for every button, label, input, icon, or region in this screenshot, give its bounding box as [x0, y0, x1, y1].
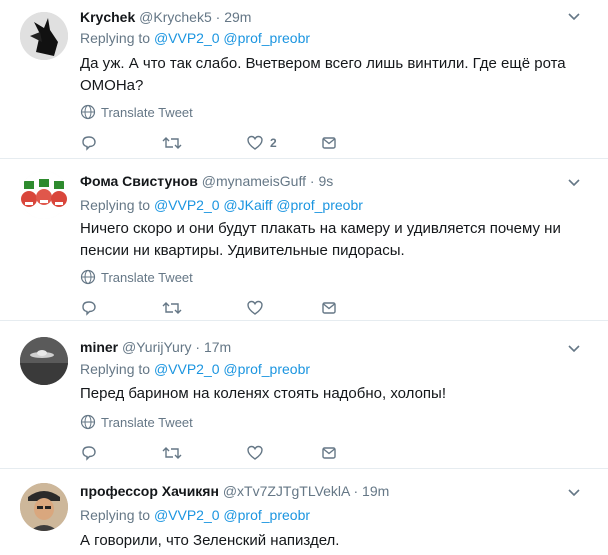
- translate-tweet-button[interactable]: Translate Tweet: [80, 104, 193, 120]
- tweet-header: Krychek @Krychek5 · 29m: [80, 9, 251, 25]
- display-name[interactable]: Фома Свистунов: [80, 173, 198, 189]
- replying-to: Replying to @VVP2_0 @prof_preobr: [80, 507, 310, 523]
- share-button[interactable]: [320, 299, 338, 317]
- mention-link[interactable]: @prof_preobr: [223, 507, 310, 523]
- tweet-header: Фома Свистунов @mynameisGuff · 9s: [80, 173, 333, 189]
- user-handle[interactable]: @YurijYury: [122, 339, 191, 355]
- share-button[interactable]: [320, 134, 338, 152]
- heart-icon: [247, 445, 263, 460]
- replying-to-label: Replying to: [80, 197, 151, 213]
- tweet-header: профессор Хачикян @xTv7ZJTgTLVeklA · 19m: [80, 483, 389, 499]
- avatar[interactable]: [20, 171, 68, 219]
- cartoon-avatar-icon: [20, 171, 68, 219]
- retweet-button[interactable]: [162, 134, 182, 152]
- tweet-text: А говорили, что Зеленский напиздел.: [80, 532, 340, 549]
- retweet-icon: [162, 302, 182, 314]
- like-button[interactable]: [246, 299, 264, 317]
- retweet-icon: [162, 137, 182, 149]
- like-count: 2: [270, 136, 277, 150]
- tweet-text: Да уж. А что так слабо. Вчетвером всего …: [80, 55, 566, 94]
- replying-to: Replying to @VVP2_0 @prof_preobr: [80, 361, 310, 377]
- like-button[interactable]: [246, 444, 264, 462]
- mention-link[interactable]: @VVP2_0: [154, 197, 220, 213]
- globe-icon: [80, 104, 96, 120]
- translate-tweet-button[interactable]: Translate Tweet: [80, 269, 193, 285]
- avatar[interactable]: [20, 483, 68, 531]
- mention-link[interactable]: @VVP2_0: [154, 30, 220, 46]
- chevron-down-icon[interactable]: [566, 177, 582, 189]
- replying-to: Replying to @VVP2_0 @prof_preobr: [80, 30, 310, 46]
- timestamp[interactable]: 19m: [362, 483, 389, 499]
- tweet-actions: [80, 299, 400, 317]
- mention-link[interactable]: @VVP2_0: [154, 361, 220, 377]
- replying-to-label: Replying to: [80, 507, 151, 523]
- display-name[interactable]: профессор Хачикян: [80, 483, 219, 499]
- dog-avatar-icon: [20, 12, 68, 60]
- translate-label: Translate Tweet: [101, 104, 193, 120]
- user-handle[interactable]: @mynameisGuff: [202, 173, 306, 189]
- retweet-icon: [162, 447, 182, 459]
- reply-button[interactable]: [80, 134, 98, 152]
- separator: ·: [353, 483, 359, 499]
- like-button[interactable]: 2: [246, 134, 277, 152]
- separator: ·: [195, 339, 201, 355]
- translate-label: Translate Tweet: [101, 269, 193, 285]
- heart-icon: [247, 300, 263, 315]
- mention-link[interactable]: @prof_preobr: [276, 197, 363, 213]
- avatar[interactable]: [20, 12, 68, 60]
- mention-link[interactable]: @prof_preobr: [223, 361, 310, 377]
- retweet-button[interactable]: [162, 444, 182, 462]
- person-avatar-icon: [20, 483, 68, 531]
- tweet[interactable]: профессор Хачикян @xTv7ZJTgTLVeklA · 19m…: [0, 469, 608, 555]
- user-handle[interactable]: @Krychek5: [139, 9, 212, 25]
- tweet[interactable]: Фома Свистунов @mynameisGuff · 9s Replyi…: [0, 159, 608, 321]
- separator: ·: [309, 173, 315, 189]
- tweet-actions: 2: [80, 134, 400, 152]
- replying-to-label: Replying to: [80, 361, 151, 377]
- retweet-button[interactable]: [162, 299, 182, 317]
- timestamp[interactable]: 29m: [224, 9, 251, 25]
- chevron-down-icon[interactable]: [566, 11, 582, 23]
- display-name[interactable]: Krychek: [80, 9, 135, 25]
- mention-link[interactable]: @prof_preobr: [223, 30, 310, 46]
- globe-icon: [80, 414, 96, 430]
- display-name[interactable]: miner: [80, 339, 118, 355]
- chevron-down-icon[interactable]: [566, 343, 582, 355]
- timestamp[interactable]: 17m: [204, 339, 231, 355]
- user-handle[interactable]: @xTv7ZJTgTLVeklA: [223, 483, 350, 499]
- direct-message-icon: [322, 447, 336, 459]
- heart-icon: [247, 135, 263, 150]
- tweet[interactable]: Krychek @Krychek5 · 29m Replying to @VVP…: [0, 0, 608, 159]
- tweet-text: Перед барином на коленях стоять надобно,…: [80, 385, 446, 402]
- translate-label: Translate Tweet: [101, 414, 193, 430]
- direct-message-icon: [322, 137, 336, 149]
- mention-link[interactable]: @VVP2_0: [154, 507, 220, 523]
- tweet-header: miner @YurijYury · 17m: [80, 339, 231, 355]
- tweet-actions: [80, 444, 400, 462]
- timestamp[interactable]: 9s: [318, 173, 333, 189]
- tweet[interactable]: miner @YurijYury · 17m Replying to @VVP2…: [0, 321, 608, 469]
- separator: ·: [215, 9, 221, 25]
- share-button[interactable]: [320, 444, 338, 462]
- replying-to: Replying to @VVP2_0 @JKaiff @prof_preobr: [80, 197, 363, 213]
- tweet-text: Ничего скоро и они будут плакать на каме…: [80, 220, 561, 259]
- direct-message-icon: [322, 302, 336, 314]
- avatar[interactable]: [20, 337, 68, 385]
- globe-icon: [80, 269, 96, 285]
- mention-link[interactable]: @JKaiff: [223, 197, 272, 213]
- reply-icon: [82, 446, 96, 461]
- reply-button[interactable]: [80, 299, 98, 317]
- reply-icon: [82, 301, 96, 316]
- chevron-down-icon[interactable]: [566, 487, 582, 499]
- ufo-avatar-icon: [20, 337, 68, 385]
- replying-to-label: Replying to: [80, 30, 151, 46]
- reply-icon: [82, 136, 96, 151]
- reply-button[interactable]: [80, 444, 98, 462]
- translate-tweet-button[interactable]: Translate Tweet: [80, 414, 193, 430]
